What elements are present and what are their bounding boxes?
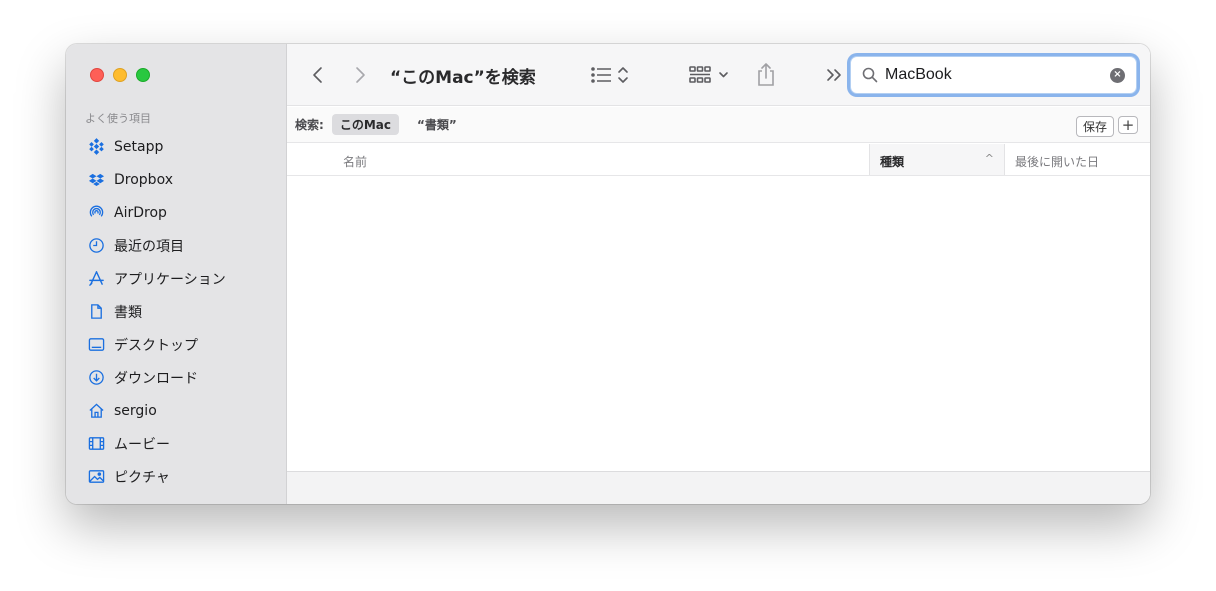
column-header-name[interactable]: 名前 (343, 153, 367, 170)
sidebar-item-downloads[interactable]: ダウンロード (66, 361, 287, 394)
favorites-list: Setapp Dropbox AirDrop 最近の項目 アプリケーション 書類… (66, 130, 287, 493)
chevron-left-icon (313, 67, 322, 83)
scope-this-mac-button[interactable]: このMac (331, 114, 399, 135)
clock-icon (87, 237, 105, 255)
home-icon (87, 402, 105, 420)
sidebar-item-label: 書類 (114, 304, 142, 321)
toolbar: “このMac”を検索 × (287, 44, 1150, 106)
search-input[interactable] (885, 60, 1110, 90)
minimize-button[interactable] (113, 68, 127, 82)
add-criteria-button[interactable]: + (1118, 116, 1138, 134)
applications-icon (87, 270, 105, 288)
sidebar-item-documents[interactable]: 書類 (66, 295, 287, 328)
sidebar-item-label: Setapp (114, 138, 164, 155)
sidebar-item-label: ムービー (114, 436, 170, 453)
share-icon (758, 63, 774, 86)
scope-label: 検索: (295, 118, 324, 132)
back-button[interactable] (311, 63, 331, 87)
column-header-kind[interactable]: 種類 ^ (869, 144, 1005, 175)
finder-window: よく使う項目 Setapp Dropbox AirDrop 最近の項目 アプリケ… (66, 44, 1150, 504)
sidebar-item-airdrop[interactable]: AirDrop (66, 196, 287, 229)
sidebar-item-applications[interactable]: アプリケーション (66, 262, 287, 295)
clear-search-icon[interactable]: × (1110, 67, 1125, 83)
sidebar-item-label: Dropbox (114, 171, 173, 188)
sidebar-item-label: 最近の項目 (114, 238, 184, 255)
forward-button[interactable] (353, 63, 373, 87)
share-button[interactable] (755, 63, 777, 87)
sidebar-item-label: デスクトップ (114, 337, 198, 354)
chevron-double-right-icon (827, 69, 841, 81)
sidebar-item-label: ダウンロード (114, 370, 198, 387)
list-view-button[interactable] (589, 63, 635, 87)
save-search-button[interactable]: 保存 (1075, 116, 1114, 137)
zoom-button[interactable] (136, 68, 150, 82)
sidebar-item-label: sergio (114, 402, 157, 419)
sidebar-item-dropbox[interactable]: Dropbox (66, 163, 287, 196)
grid-icon (689, 66, 728, 83)
more-toolbar-items-button[interactable] (825, 63, 845, 87)
sidebar-item-setapp[interactable]: Setapp (66, 130, 287, 163)
airdrop-icon (87, 204, 105, 222)
kind-column-body (869, 176, 1005, 466)
sidebar-item-pictures[interactable]: ピクチャ (66, 460, 287, 493)
list-icon (591, 67, 628, 83)
results-list[interactable] (287, 176, 1150, 470)
photo-icon (87, 468, 105, 486)
search-scope-bar: 検索: このMac “書類” 保存 + (287, 107, 1150, 143)
sidebar-item-desktop[interactable]: デスクトップ (66, 328, 287, 361)
column-header-kind-label: 種類 (880, 155, 905, 169)
sidebar-item-home[interactable]: sergio (66, 394, 287, 427)
film-icon (87, 435, 105, 453)
search-field[interactable]: × (850, 56, 1137, 94)
sidebar-item-label: AirDrop (114, 204, 167, 221)
column-header-last-opened[interactable]: 最後に開いた日 (1015, 153, 1099, 170)
dropbox-icon (87, 171, 105, 189)
group-button[interactable] (689, 63, 735, 87)
table-header: 名前 種類 ^ 最後に開いた日 (287, 144, 1150, 176)
document-icon (87, 303, 105, 321)
main-area: “このMac”を検索 × 検索: このMac “書類” 保存 (287, 44, 1150, 504)
sidebar-item-label: ピクチャ (114, 469, 170, 486)
sidebar: よく使う項目 Setapp Dropbox AirDrop 最近の項目 アプリケ… (66, 44, 287, 504)
scope-documents-button[interactable]: “書類” (417, 116, 457, 133)
sidebar-item-movies[interactable]: ムービー (66, 427, 287, 460)
sort-ascending-icon: ^ (984, 152, 994, 165)
sidebar-item-label: アプリケーション (114, 271, 226, 288)
window-controls (90, 68, 150, 82)
close-button[interactable] (90, 68, 104, 82)
download-icon (87, 369, 105, 387)
sidebar-item-recents[interactable]: 最近の項目 (66, 229, 287, 262)
chevron-right-icon (356, 67, 365, 83)
window-title: “このMac”を検索 (390, 68, 536, 88)
favorites-section-title: よく使う項目 (85, 112, 151, 125)
setapp-icon (87, 138, 105, 156)
desktop-icon (87, 336, 105, 354)
path-bar (287, 471, 1150, 504)
search-icon (862, 67, 878, 83)
